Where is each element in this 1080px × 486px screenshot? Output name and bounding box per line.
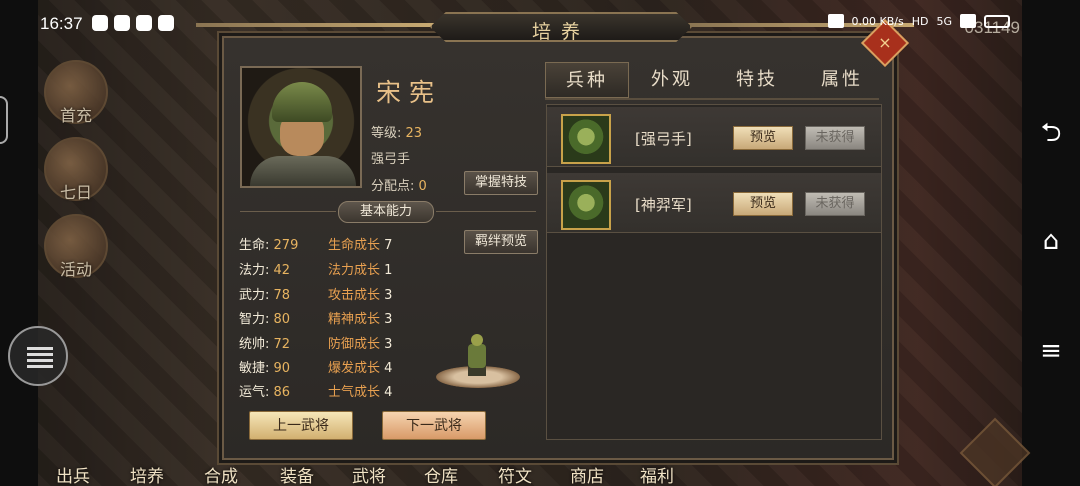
alarm-icon: [827, 14, 844, 28]
tiktok-icon: [114, 15, 130, 31]
bottom-item-runes[interactable]: 符文: [498, 462, 532, 486]
stat-luck: 运气: 86: [239, 385, 291, 400]
section-divider: [436, 211, 536, 212]
section-divider: [240, 211, 336, 212]
wifi-icon: [960, 14, 976, 28]
bond-preview-button[interactable]: 羁绊预览: [464, 230, 538, 254]
seven-day-button[interactable]: 七日: [44, 137, 108, 202]
basic-ability-title: 基本能力: [338, 201, 434, 223]
event-button[interactable]: 活动: [44, 214, 108, 279]
troop-archer-icon: [561, 180, 611, 230]
archer-unit-sprite: [460, 332, 494, 378]
bottom-item-warehouse[interactable]: 仓库: [424, 462, 458, 486]
preview-button[interactable]: 预览: [733, 126, 793, 150]
side-menu-label: 活动: [59, 260, 92, 279]
growth-spirit: 精神成长 3: [328, 312, 393, 327]
hero-class: 强弓手: [371, 152, 411, 167]
growth-mp: 法力成长 1: [328, 263, 393, 278]
tab-attributes[interactable]: 属性: [800, 62, 884, 98]
stat-command: 统帅: 72: [239, 337, 291, 352]
notification-icons: [92, 15, 174, 31]
net-speed: 0.00 KB/s: [851, 14, 904, 28]
list-item: [神羿军] 预览 未获得: [547, 173, 881, 233]
bottom-item-welfare[interactable]: 福利: [640, 462, 674, 486]
hero-name: 宋宪: [376, 78, 443, 107]
bottom-item-generals[interactable]: 武将: [352, 462, 386, 486]
troop-name: [强弓手]: [635, 130, 692, 148]
troop-archer-icon: [561, 114, 611, 164]
hero-portrait: [240, 66, 362, 188]
system-status-icons: 0.00 KB/s HD 5G: [827, 14, 1010, 28]
floating-assist-ball[interactable]: [8, 326, 68, 386]
growth-attack: 攻击成长 3: [328, 288, 393, 303]
signal-label: 5G: [936, 14, 952, 28]
side-menu-label: 首充: [59, 106, 92, 125]
status-time: 16:37: [40, 14, 83, 33]
messenger-icon: [92, 15, 108, 31]
growth-defense: 防御成长 3: [328, 337, 393, 352]
side-menu-label: 七日: [59, 183, 92, 202]
status-bar: 16:37 0.00 KB/s HD 5G: [0, 0, 1080, 34]
hd-badge: HD: [911, 14, 929, 28]
bottom-item-train[interactable]: 培养: [130, 462, 164, 486]
stat-agility: 敏捷: 90: [239, 361, 291, 376]
troop-list: [强弓手] 预览 未获得 [神羿军] 预览 未获得: [546, 104, 882, 440]
tab-appearance[interactable]: 外观: [630, 62, 714, 98]
stat-hp: 生命: 279: [239, 238, 299, 253]
troop-name: [神羿军]: [635, 196, 692, 214]
first-recharge-button[interactable]: 首充: [44, 60, 108, 125]
list-item: [强弓手] 预览 未获得: [547, 107, 881, 167]
master-skill-button[interactable]: 掌握特技: [464, 171, 538, 195]
not-obtained-button[interactable]: 未获得: [805, 192, 865, 216]
bottom-item-deploy[interactable]: 出兵: [56, 462, 90, 486]
growth-hp: 生命成长 7: [328, 238, 393, 253]
left-screen-edge: [0, 0, 38, 486]
tab-underline: [545, 98, 879, 100]
preview-button[interactable]: 预览: [733, 192, 793, 216]
side-menu: 首充 七日 活动: [44, 60, 114, 291]
menu-lines-icon: [27, 347, 53, 371]
prev-hero-button[interactable]: 上一武将: [249, 411, 353, 440]
stat-intellect: 智力: 80: [239, 312, 291, 327]
back-icon[interactable]: ⮌: [1036, 118, 1066, 148]
edge-handle[interactable]: [0, 96, 8, 144]
growth-morale: 士气成长 4: [328, 385, 393, 400]
phone-icon: [136, 15, 152, 31]
battery-icon: [984, 14, 1010, 28]
bottom-item-shop[interactable]: 商店: [570, 462, 604, 486]
stat-mp: 法力: 42: [239, 263, 291, 278]
not-obtained-button[interactable]: 未获得: [805, 126, 865, 150]
hero-level: 等级: 23: [371, 126, 423, 141]
telegram-icon: [158, 15, 174, 31]
growth-burst: 爆发成长 4: [328, 361, 393, 376]
menu-icon[interactable]: ≡: [1036, 336, 1066, 366]
tab-skills[interactable]: 特技: [715, 62, 799, 98]
tab-troop-type[interactable]: 兵种: [545, 62, 629, 98]
next-hero-button[interactable]: 下一武将: [382, 411, 486, 440]
home-icon[interactable]: ⌂: [1036, 226, 1066, 256]
stat-force: 武力: 78: [239, 288, 291, 303]
bottom-item-synthesize[interactable]: 合成: [204, 462, 238, 486]
bottom-item-equipment[interactable]: 装备: [280, 462, 314, 486]
hero-points: 分配点: 0: [371, 179, 427, 194]
